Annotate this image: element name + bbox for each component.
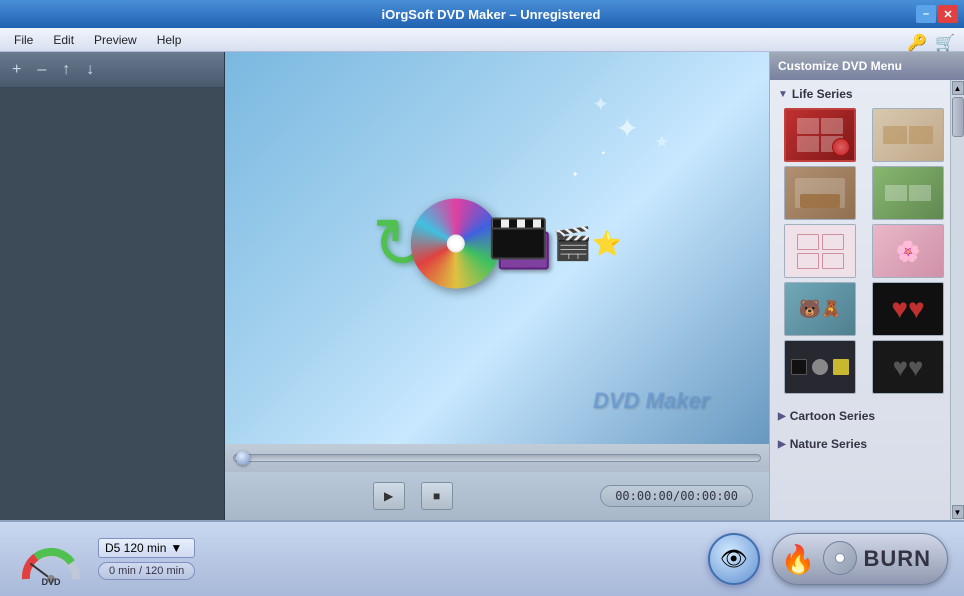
nature-series-section: ▶ Nature Series	[770, 430, 964, 458]
life-series-label: Life Series	[792, 87, 853, 101]
life-series-arrow: ▼	[778, 89, 788, 100]
nature-series-header[interactable]: ▶ Nature Series	[770, 434, 964, 454]
time-display: 00:00:00/00:00:00	[600, 485, 753, 507]
dvd-menu-header: Customize DVD Menu	[770, 52, 964, 80]
controls-area: ▶ ■ 00:00:00/00:00:00	[225, 472, 769, 520]
close-button[interactable]: ✕	[938, 5, 958, 23]
thumb-life-9[interactable]	[784, 340, 856, 394]
menu-file[interactable]: File	[4, 31, 43, 49]
thumb-life-4[interactable]	[872, 166, 944, 220]
menu-bar: File Edit Preview Help 🔑 🛒	[0, 28, 964, 52]
disc-selector: D5 120 min ▼ 0 min / 120 min	[98, 538, 195, 580]
burn-label: BURN	[863, 546, 931, 572]
cartoon-series-label: Cartoon Series	[790, 409, 875, 423]
cart-icon[interactable]: 🛒	[934, 32, 956, 54]
scrollbar-thumb[interactable]	[952, 97, 964, 137]
thumb-life-5[interactable]	[784, 224, 856, 278]
bottom-bar: DVD D5 120 min ▼ 0 min / 120 min 👁 🔥 BUR…	[0, 520, 964, 596]
move-up-button[interactable]: ↑	[58, 59, 74, 81]
dvd-menu-content[interactable]: ▼ Life Series	[770, 80, 964, 520]
stop-button[interactable]: ■	[421, 482, 453, 510]
left-panel: + – ↑ ↓	[0, 52, 225, 520]
menu-edit[interactable]: Edit	[43, 31, 84, 49]
svg-text:DVD: DVD	[41, 577, 61, 587]
center-panel: ✦ ✦ ★ ↻	[225, 52, 769, 520]
add-file-button[interactable]: +	[8, 59, 25, 81]
nature-series-arrow: ▶	[778, 439, 786, 450]
thumb-life-1[interactable]	[784, 108, 856, 162]
cartoon-series-section: ▶ Cartoon Series	[770, 402, 964, 430]
life-series-header[interactable]: ▼ Life Series	[770, 84, 964, 104]
disc-time-label: 0 min / 120 min	[98, 562, 195, 580]
burn-button[interactable]: 🔥 BURN	[772, 533, 948, 585]
nature-series-label: Nature Series	[790, 437, 867, 451]
progress-thumb[interactable]	[236, 451, 250, 465]
flame-icon: 🔥	[781, 543, 816, 576]
app-title: iOrgSoft DVD Maker – Unregistered	[66, 7, 916, 22]
cartoon-series-arrow: ▶	[778, 411, 786, 422]
menu-help[interactable]: Help	[147, 31, 192, 49]
left-toolbar: + – ↑ ↓	[0, 52, 224, 88]
preview-area: ✦ ✦ ★ ↻	[225, 52, 769, 444]
progress-bar-area	[225, 444, 769, 472]
scrollbar-track[interactable]: ▲ ▼	[950, 80, 964, 520]
right-panel: Customize DVD Menu ▼ Life Series	[769, 52, 964, 520]
thumb-life-10[interactable]: ♥♥	[872, 340, 944, 394]
disc-dropdown[interactable]: D5 120 min ▼	[98, 538, 195, 558]
preview-watermark: DVD Maker	[593, 388, 709, 414]
window-controls: – ✕	[916, 5, 958, 23]
minimize-button[interactable]: –	[916, 5, 936, 23]
thumb-life-6[interactable]: 🌸	[872, 224, 944, 278]
cartoon-series-header[interactable]: ▶ Cartoon Series	[770, 406, 964, 426]
life-series-thumbnails: 🌸 🐻 🧸 ♥♥	[770, 104, 964, 398]
main-area: + – ↑ ↓ ✦ ✦ ★ ↻	[0, 52, 964, 520]
disc-icon	[823, 541, 857, 575]
thumb-life-7[interactable]: 🐻 🧸	[784, 282, 856, 336]
title-bar: iOrgSoft DVD Maker – Unregistered – ✕	[0, 0, 964, 28]
disc-type-label: D5 120 min	[105, 541, 166, 555]
key-icon[interactable]: 🔑	[906, 32, 928, 54]
menu-preview[interactable]: Preview	[84, 31, 147, 49]
thumb-life-8[interactable]: ♥♥	[872, 282, 944, 336]
play-button[interactable]: ▶	[373, 482, 405, 510]
toolbar-icons: 🔑 🛒	[906, 32, 956, 54]
preview-eye-button[interactable]: 👁	[708, 533, 760, 585]
remove-file-button[interactable]: –	[33, 59, 50, 81]
thumb-life-2[interactable]	[872, 108, 944, 162]
dvd-gauge: DVD	[16, 529, 86, 589]
move-down-button[interactable]: ↓	[82, 59, 98, 81]
file-list	[0, 88, 224, 520]
life-series-section: ▼ Life Series	[770, 80, 964, 402]
thumb-life-3[interactable]	[784, 166, 856, 220]
progress-track[interactable]	[233, 454, 761, 462]
dropdown-arrow: ▼	[170, 541, 182, 555]
